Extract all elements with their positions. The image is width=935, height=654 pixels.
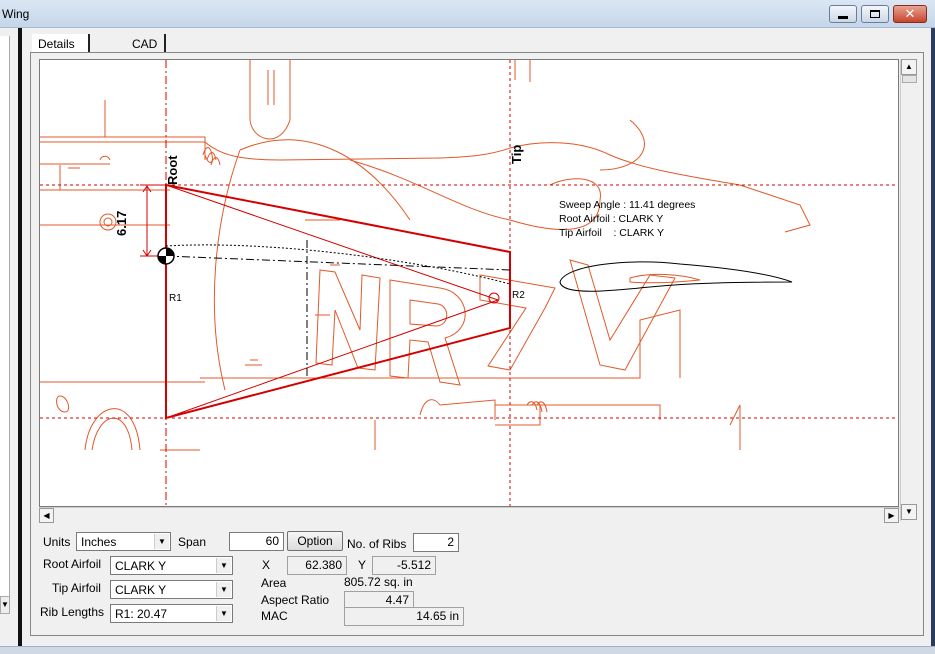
tip-airfoil-value: CLARK Y <box>115 583 167 597</box>
wing-drawing: Root Tip 6.17 R1 R2 <box>40 60 898 506</box>
tip-label: Tip <box>509 145 524 164</box>
root-airfoil-label: Root Airfoil <box>43 557 102 571</box>
y-label: Y <box>358 558 367 572</box>
tip-airfoil-label: Tip Airfoil <box>52 581 101 595</box>
vertical-scroll-thumb[interactable] <box>902 75 917 83</box>
chord-dimension <box>140 184 166 257</box>
span-label: Span <box>178 535 207 549</box>
arrow-down-icon: ▼ <box>905 507 913 516</box>
root-airfoil-value: CLARK Y <box>115 559 167 573</box>
window-right-border <box>931 28 935 654</box>
tip-airfoil-select[interactable]: CLARK Y ▼ <box>110 580 233 599</box>
root-airfoil-select[interactable]: CLARK Y ▼ <box>110 556 233 575</box>
rib1-label: R1 <box>169 293 182 304</box>
scroll-left-button[interactable]: ◀ <box>39 508 54 523</box>
tip-airfoil-text: Tip Airfoil : CLARK Y <box>559 227 665 239</box>
rib-lengths-value: R1: 20.47 <box>115 607 168 621</box>
model-outline <box>40 60 811 451</box>
dropdown-arrow-icon: ▼ <box>216 606 231 621</box>
horizontal-scrollbar[interactable]: ◀ ▶ <box>39 507 900 523</box>
option-button[interactable]: Option <box>287 531 343 551</box>
scroll-right-button[interactable]: ▶ <box>884 508 899 523</box>
tab-details[interactable]: Details <box>32 34 90 54</box>
maximize-icon <box>870 10 880 18</box>
arrow-up-icon: ▲ <box>905 62 913 71</box>
guide-lines <box>40 60 898 506</box>
units-value: Inches <box>81 535 117 549</box>
scroll-up-button[interactable]: ▲ <box>901 59 917 75</box>
left-scroll-down-button[interactable]: ▼ <box>0 596 10 614</box>
scroll-down-button[interactable]: ▼ <box>901 504 917 520</box>
arrow-left-icon: ◀ <box>43 510 50 520</box>
close-icon: ✕ <box>904 6 916 22</box>
arrow-right-icon: ▶ <box>888 510 895 520</box>
units-label: Units <box>43 535 71 549</box>
vertical-scrollbar[interactable]: ▲ ▼ <box>900 59 918 521</box>
aspect-ratio-label: Aspect Ratio <box>261 593 330 607</box>
window-bottom-border <box>0 646 935 654</box>
rib-lengths-select[interactable]: R1: 20.47 ▼ <box>110 604 233 623</box>
ribs-label: No. of Ribs <box>347 537 407 551</box>
chord-dimension-label: 6.17 <box>114 211 129 236</box>
area-value: 805.72 sq. in <box>344 575 413 589</box>
x-readout: 62.380 <box>287 556 347 575</box>
cg-marker-icon <box>157 247 175 265</box>
x-label: X <box>262 558 271 572</box>
mac-label: MAC <box>261 609 288 623</box>
panel-splitter[interactable] <box>18 28 22 654</box>
mac-readout: 14.65 in <box>344 607 464 626</box>
ribs-input[interactable]: 2 <box>413 533 459 552</box>
dropdown-arrow-icon: ▼ <box>216 582 231 597</box>
span-input[interactable]: 60 <box>229 532 284 551</box>
window-title: Wing <box>2 7 30 21</box>
title-bar: Wing ✕ <box>0 0 935 28</box>
root-airfoil-text: Root Airfoil : CLARK Y <box>559 213 664 225</box>
dropdown-arrow-icon: ▼ <box>216 558 231 573</box>
root-label: Root <box>165 155 180 185</box>
area-label: Area <box>261 576 287 590</box>
dropdown-arrow-icon: ▼ <box>154 534 169 549</box>
left-side-panel <box>0 36 10 614</box>
sweep-angle-text: Sweep Angle : 11.41 degrees <box>559 199 696 211</box>
minimize-button[interactable] <box>829 5 857 23</box>
tab-cad[interactable]: CAD <box>126 34 166 54</box>
wing-drawing-canvas[interactable]: Root Tip 6.17 R1 R2 Sweep Angle : 11.41 … <box>39 59 899 507</box>
rib-lengths-label: Rib Lengths <box>40 605 105 619</box>
close-button[interactable]: ✕ <box>893 5 927 23</box>
y-readout: -5.512 <box>372 556 436 575</box>
maximize-button[interactable] <box>861 5 889 23</box>
minimize-icon <box>838 15 848 19</box>
units-select[interactable]: Inches ▼ <box>76 532 171 551</box>
rib2-label: R2 <box>512 290 525 301</box>
